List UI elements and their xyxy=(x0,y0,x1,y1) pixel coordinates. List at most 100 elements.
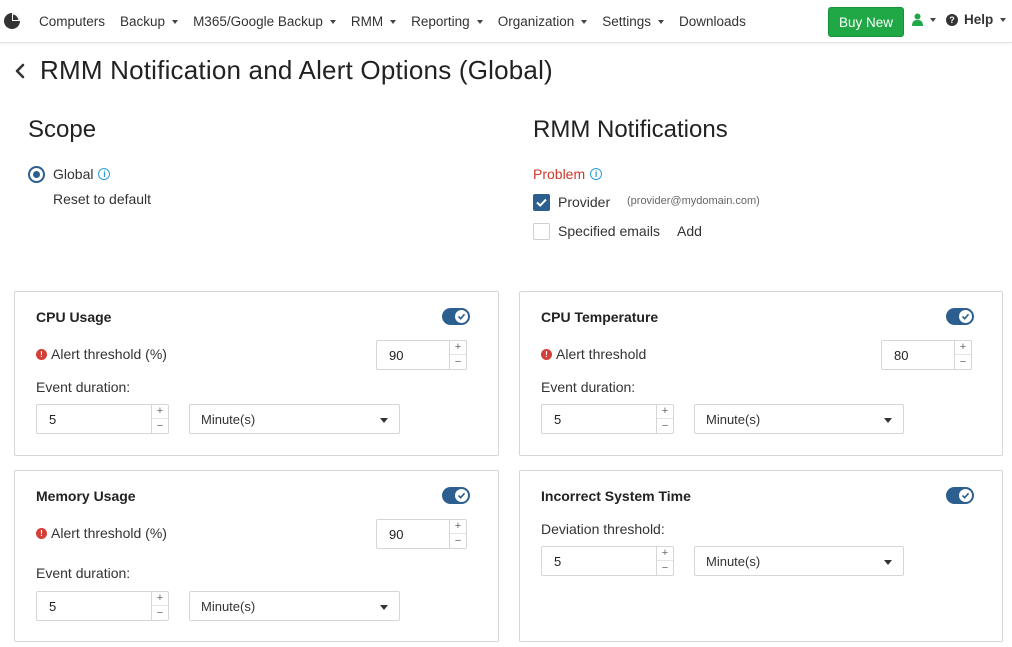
decrement-icon[interactable]: − xyxy=(450,534,466,548)
help-menu[interactable]: ? Help xyxy=(946,12,1007,27)
check-icon xyxy=(961,313,970,320)
exclamation-circle-icon: ! xyxy=(541,348,552,360)
decrement-icon[interactable]: − xyxy=(657,419,673,433)
increment-icon[interactable]: + xyxy=(450,341,466,355)
cpu-usage-panel: CPU Usage ! Alert threshold (%) +− Event… xyxy=(14,291,499,456)
cpu-temperature-threshold-label: ! Alert threshold xyxy=(541,346,646,362)
memory-usage-duration-label: Event duration: xyxy=(36,565,131,581)
memory-usage-duration-input[interactable]: +− xyxy=(36,591,169,621)
caret-down-icon xyxy=(476,19,483,24)
memory-usage-threshold-input[interactable]: +− xyxy=(376,519,467,549)
memory-usage-threshold-stepper[interactable]: + − xyxy=(449,520,466,548)
cpu-usage-title: CPU Usage xyxy=(36,309,112,325)
add-email-link[interactable]: Add xyxy=(677,223,702,239)
incorrect-system-time-toggle[interactable] xyxy=(946,487,974,504)
memory-usage-title: Memory Usage xyxy=(36,488,136,504)
info-icon[interactable]: i xyxy=(98,168,111,180)
deviation-unit-value: Minute(s) xyxy=(706,554,761,569)
cpu-temperature-duration-input[interactable]: +− xyxy=(541,404,674,434)
problem-label: Problem i xyxy=(533,166,603,182)
decrement-icon[interactable]: − xyxy=(450,355,466,369)
cpu-usage-unit-value: Minute(s) xyxy=(201,412,256,427)
increment-icon[interactable]: + xyxy=(955,341,971,355)
cpu-temperature-unit-select[interactable]: Minute(s) xyxy=(694,404,904,434)
cpu-usage-threshold-field[interactable] xyxy=(377,341,450,369)
memory-usage-threshold-label: ! Alert threshold (%) xyxy=(36,525,167,541)
memory-usage-panel: Memory Usage ! Alert threshold (%) +− Ev… xyxy=(14,470,499,642)
cpu-temperature-threshold-input[interactable]: +− xyxy=(881,340,972,370)
nav-settings[interactable]: Settings xyxy=(602,14,665,29)
increment-icon[interactable]: + xyxy=(152,592,168,606)
rmm-notifications-heading: RMM Notifications xyxy=(533,116,728,143)
caret-down-icon xyxy=(380,418,388,423)
app-logo-icon[interactable] xyxy=(3,12,21,30)
scope-global-radio[interactable] xyxy=(28,166,45,183)
cpu-temperature-duration-stepper[interactable]: + − xyxy=(656,405,673,433)
memory-usage-toggle[interactable] xyxy=(442,487,470,504)
cpu-usage-duration-field[interactable] xyxy=(37,405,152,433)
cpu-temperature-threshold-stepper[interactable]: + − xyxy=(954,341,971,369)
cpu-usage-unit-select[interactable]: Minute(s) xyxy=(189,404,400,434)
scope-global-label: Global i xyxy=(53,166,111,182)
nav-reporting[interactable]: Reporting xyxy=(411,14,483,29)
user-menu[interactable] xyxy=(912,13,936,26)
increment-icon[interactable]: + xyxy=(657,405,673,419)
cpu-temperature-duration-field[interactable] xyxy=(542,405,657,433)
cpu-usage-duration-label: Event duration: xyxy=(36,379,131,395)
incorrect-system-time-panel: Incorrect System Time Deviation threshol… xyxy=(519,470,1003,642)
deviation-threshold-input[interactable]: +− xyxy=(541,546,674,576)
deviation-threshold-stepper[interactable]: + − xyxy=(656,547,673,575)
cpu-temperature-title: CPU Temperature xyxy=(541,309,659,325)
nav-downloads[interactable]: Downloads xyxy=(679,14,746,29)
back-chevron-icon[interactable] xyxy=(13,61,29,81)
page-title: RMM Notification and Alert Options (Glob… xyxy=(40,55,553,85)
cpu-usage-duration-input[interactable]: +− xyxy=(36,404,169,434)
decrement-icon[interactable]: − xyxy=(955,355,971,369)
nav-m365-google-backup[interactable]: M365/Google Backup xyxy=(193,14,336,29)
cpu-temperature-unit-value: Minute(s) xyxy=(706,412,761,427)
decrement-icon[interactable]: − xyxy=(152,606,168,620)
decrement-icon[interactable]: − xyxy=(657,561,673,575)
reset-to-default-link[interactable]: Reset to default xyxy=(53,191,151,207)
check-icon xyxy=(457,492,466,499)
nav-computers[interactable]: Computers xyxy=(39,14,105,29)
decrement-icon[interactable]: − xyxy=(152,419,168,433)
caret-down-icon xyxy=(930,17,936,22)
scope-heading: Scope xyxy=(28,116,97,143)
nav-rmm[interactable]: RMM xyxy=(351,14,397,29)
nav-backup[interactable]: Backup xyxy=(120,14,179,29)
memory-usage-duration-field[interactable] xyxy=(37,592,152,620)
provider-checkbox[interactable] xyxy=(533,194,550,211)
cpu-usage-threshold-stepper[interactable]: + − xyxy=(449,341,466,369)
cpu-usage-duration-stepper[interactable]: + − xyxy=(151,405,168,433)
incorrect-system-time-title: Incorrect System Time xyxy=(541,488,691,504)
buy-new-button[interactable]: Buy New xyxy=(828,7,904,37)
increment-icon[interactable]: + xyxy=(152,405,168,419)
cpu-temperature-duration-label: Event duration: xyxy=(541,379,636,395)
memory-usage-duration-stepper[interactable]: + − xyxy=(151,592,168,620)
cpu-usage-toggle[interactable] xyxy=(442,308,470,325)
info-icon[interactable]: i xyxy=(590,168,603,180)
memory-usage-unit-select[interactable]: Minute(s) xyxy=(189,591,400,621)
provider-label: Provider xyxy=(558,194,611,210)
top-navbar: Computers Backup M365/Google Backup RMM … xyxy=(0,0,1012,43)
check-icon xyxy=(961,492,970,499)
caret-down-icon xyxy=(380,605,388,610)
deviation-threshold-label: Deviation threshold: xyxy=(541,521,665,537)
deviation-threshold-field[interactable] xyxy=(542,547,657,575)
increment-icon[interactable]: + xyxy=(450,520,466,534)
exclamation-circle-icon: ! xyxy=(36,348,47,360)
caret-down-icon xyxy=(329,19,336,24)
user-icon xyxy=(912,13,923,26)
caret-down-icon xyxy=(884,418,892,423)
deviation-unit-select[interactable]: Minute(s) xyxy=(694,546,904,576)
specified-emails-checkbox[interactable] xyxy=(533,223,550,240)
cpu-usage-threshold-input[interactable]: +− xyxy=(376,340,467,370)
cpu-temperature-toggle[interactable] xyxy=(946,308,974,325)
cpu-temperature-threshold-field[interactable] xyxy=(882,341,955,369)
increment-icon[interactable]: + xyxy=(657,547,673,561)
specified-emails-label: Specified emails xyxy=(558,223,660,239)
nav-organization[interactable]: Organization xyxy=(498,14,588,29)
question-circle-icon: ? xyxy=(946,13,958,26)
memory-usage-threshold-field[interactable] xyxy=(377,520,450,548)
